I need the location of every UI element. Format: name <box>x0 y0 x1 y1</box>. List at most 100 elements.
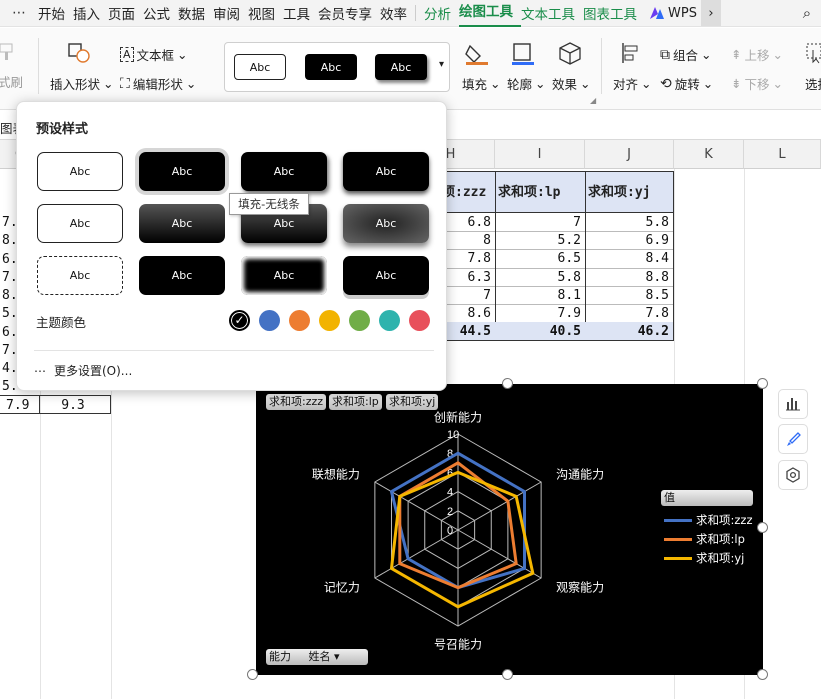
bring-forward-button[interactable]: ⇞ 上移 ⌄ <box>731 45 783 64</box>
tab-review[interactable]: 审阅 <box>213 3 248 23</box>
table-header-i[interactable]: 求和项:lp <box>495 171 586 213</box>
tab-page[interactable]: 页面 <box>108 3 143 23</box>
tab-insert[interactable]: 插入 <box>73 3 108 23</box>
align-button[interactable]: 对齐 ⌄ <box>613 74 652 93</box>
effect-button[interactable]: 效果 ⌄ <box>552 74 591 93</box>
legend-item[interactable]: 求和项:lp <box>664 531 745 547</box>
style-swatch[interactable]: Abc <box>139 152 225 191</box>
table-cell[interactable]: 8.4 <box>585 249 674 269</box>
table-cell[interactable]: 5.2 <box>495 231 586 251</box>
style-swatch[interactable]: Abc <box>241 152 327 191</box>
insert-shape-button[interactable]: 插入形状 ⌄ <box>50 74 114 93</box>
effect-icon <box>559 42 581 65</box>
edit-shape-button[interactable]: ⛶ 编辑形状 ⌄ <box>120 74 196 93</box>
style-swatch[interactable]: Abc <box>37 204 123 243</box>
column-header-l[interactable]: L <box>744 140 821 169</box>
tab-analysis[interactable]: 分析 <box>424 3 459 23</box>
outline-button[interactable]: 轮廓 ⌄ <box>507 74 546 93</box>
legend-item[interactable]: 求和项:yj <box>664 550 744 566</box>
chart-filter-button[interactable] <box>778 460 808 490</box>
more-settings-item[interactable]: ⋯ 更多设置(O)... <box>34 362 132 379</box>
column-header-i[interactable]: I <box>495 140 585 169</box>
style-swatch[interactable]: Abc <box>343 256 429 295</box>
table-total-cell[interactable]: 46.2 <box>585 322 674 342</box>
chevron-down-icon: ⌄ <box>772 47 783 62</box>
group-button[interactable]: ⧉ 组合 ⌄ <box>660 45 712 64</box>
style-swatch[interactable]: Abc <box>139 204 225 243</box>
table-cell[interactable]: 8.5 <box>585 285 674 305</box>
format-painter-button[interactable]: 式刷 <box>0 72 23 91</box>
legend-item[interactable]: 求和项:zzz <box>664 512 752 528</box>
gallery-style-1[interactable]: Abc <box>234 54 286 80</box>
column-header-k[interactable]: K <box>674 140 744 169</box>
table-cell[interactable]: 8.8 <box>585 267 674 287</box>
tab-text-tools[interactable]: 文本工具 <box>521 3 583 23</box>
chart-style-button[interactable] <box>778 424 808 454</box>
table-cell[interactable]: 7 <box>495 213 586 232</box>
table-total-cell[interactable]: 40.5 <box>495 322 586 342</box>
theme-color-swatch[interactable] <box>259 310 280 331</box>
table-cell[interactable]: 5.8 <box>585 213 674 232</box>
table-header-j[interactable]: 求和项:yj <box>585 171 674 213</box>
tab-data[interactable]: 数据 <box>178 3 213 23</box>
gallery-style-2[interactable]: Abc <box>305 54 357 80</box>
table-cell[interactable]: 6.9 <box>585 231 674 251</box>
legend-swatch <box>664 537 692 541</box>
column-d-cell[interactable]: 9.3 <box>40 395 111 414</box>
menu-scroll-right-icon[interactable]: › <box>700 0 721 26</box>
chevron-down-icon: ⌄ <box>177 47 188 62</box>
theme-color-swatch[interactable] <box>289 310 310 331</box>
select-button[interactable]: 选择 <box>805 74 821 93</box>
tab-drawing-tools[interactable]: 绘图工具 <box>459 0 521 27</box>
wps-ai-button[interactable]: WPS <box>645 6 701 21</box>
wps-ai-icon <box>650 7 664 19</box>
resize-handle[interactable] <box>757 378 768 389</box>
resize-handle[interactable] <box>502 669 513 680</box>
text-box-button[interactable]: A 文本框 ⌄ <box>120 45 188 64</box>
table-cell[interactable]: 5.8 <box>495 267 586 287</box>
theme-color-swatch[interactable] <box>379 310 400 331</box>
radar-tick-label: 4 <box>447 487 453 499</box>
rotate-button[interactable]: ⟲ 旋转 ⌄ <box>660 74 713 93</box>
fill-button[interactable]: 填充 ⌄ <box>462 74 501 93</box>
table-cell[interactable]: 7.9 <box>495 304 586 323</box>
radar-chart[interactable]: 求和项:zzz 求和项:lp 求和项:yj 能力 姓名 ▾ 0 2 4 6 8 10 创新能… <box>256 384 763 675</box>
style-swatch[interactable]: Abc <box>37 256 123 295</box>
search-icon[interactable]: ⌕ <box>793 4 821 22</box>
table-cell[interactable]: 6.5 <box>495 249 586 269</box>
tab-tools[interactable]: 工具 <box>283 3 318 23</box>
resize-handle[interactable] <box>247 669 258 680</box>
style-swatch[interactable]: Abc <box>343 204 429 243</box>
tab-member[interactable]: 会员专享 <box>318 3 380 23</box>
resize-handle[interactable] <box>502 378 513 389</box>
table-cell[interactable]: 7.8 <box>585 304 674 323</box>
gallery-style-3[interactable]: Abc <box>375 54 427 80</box>
theme-color-swatch[interactable] <box>319 310 340 331</box>
more-menu-icon[interactable]: ⋯ <box>0 5 38 21</box>
resize-handle[interactable] <box>757 669 768 680</box>
column-c-cell[interactable]: 7.9 <box>0 395 40 414</box>
dialog-launcher-icon[interactable]: ◢ <box>590 96 596 105</box>
style-swatch[interactable]: Abc <box>37 152 123 191</box>
chart-elements-button[interactable] <box>778 389 808 419</box>
send-backward-button[interactable]: ⇟ 下移 ⌄ <box>731 74 783 93</box>
tab-efficiency[interactable]: 效率 <box>380 3 415 23</box>
radar-category-label: 记忆力 <box>324 581 360 595</box>
tab-view[interactable]: 视图 <box>248 3 283 23</box>
gallery-expand-icon[interactable]: ▾ <box>439 59 444 70</box>
menu-separator <box>415 5 416 21</box>
style-swatch[interactable]: Abc <box>241 256 327 295</box>
tab-chart-tools[interactable]: 图表工具 <box>583 3 645 23</box>
theme-color-swatch[interactable] <box>349 310 370 331</box>
style-swatch[interactable]: Abc <box>139 256 225 295</box>
tab-formula[interactable]: 公式 <box>143 3 178 23</box>
legend-title[interactable]: 值 <box>661 490 753 506</box>
theme-color-swatch[interactable] <box>409 310 430 331</box>
column-header-j[interactable]: J <box>585 140 674 169</box>
style-swatch[interactable]: Abc <box>343 152 429 191</box>
tab-home[interactable]: 开始 <box>38 3 73 23</box>
resize-handle[interactable] <box>757 522 768 533</box>
table-cell[interactable]: 8.1 <box>495 285 586 305</box>
table-header-h[interactable]: 项:zzz <box>439 171 496 213</box>
theme-color-swatch[interactable]: ✓ <box>229 310 250 331</box>
